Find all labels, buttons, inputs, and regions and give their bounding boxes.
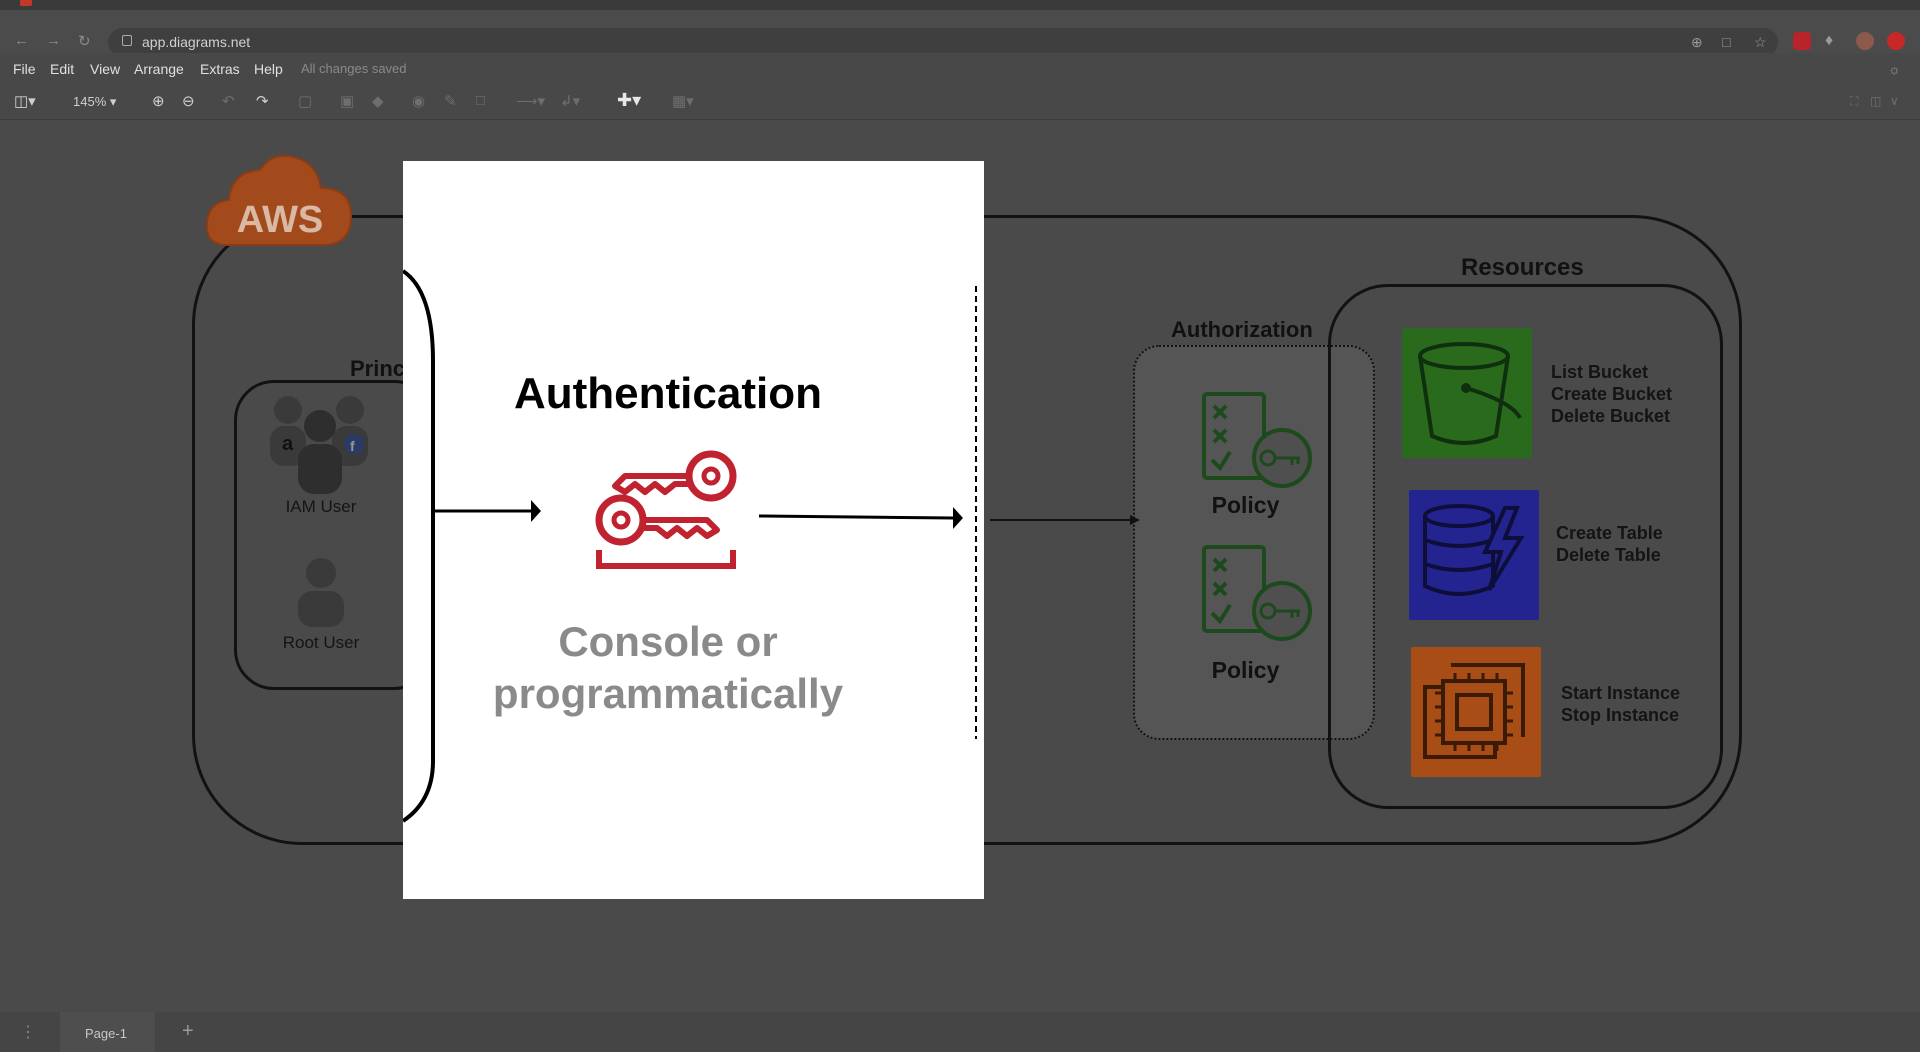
undo-icon[interactable]: ↶ bbox=[222, 92, 235, 110]
aws-cloud-icon: AWS bbox=[205, 154, 353, 246]
s3-actions: List Bucket Create Bucket Delete Bucket bbox=[1551, 361, 1672, 427]
url-text: app.diagrams.net bbox=[142, 34, 251, 50]
lock-icon bbox=[122, 35, 132, 46]
back-icon[interactable]: ← bbox=[14, 32, 29, 49]
action-stop-instance: Stop Instance bbox=[1561, 705, 1680, 725]
panel-icon[interactable]: ◫ bbox=[1870, 94, 1881, 108]
table-icon[interactable]: ▦▾ bbox=[672, 92, 694, 110]
authentication-title: Authentication bbox=[514, 369, 822, 418]
dynamodb-actions: Create Table Delete Table bbox=[1556, 522, 1663, 566]
principals-title: Princ bbox=[350, 356, 406, 381]
authorization-title: Authorization bbox=[1171, 317, 1313, 342]
keys-icon bbox=[595, 450, 737, 569]
action-list-bucket: List Bucket bbox=[1551, 362, 1649, 382]
fill-color-icon[interactable]: ◉ bbox=[412, 92, 425, 110]
ec2-tile[interactable] bbox=[1411, 647, 1541, 777]
connector-lines bbox=[975, 285, 1140, 740]
s3-bucket-tile[interactable] bbox=[1402, 328, 1532, 458]
zoom-out-icon[interactable]: ⊖ bbox=[182, 92, 195, 110]
menu-file[interactable]: File bbox=[13, 61, 36, 77]
menu-help[interactable]: Help bbox=[254, 61, 283, 77]
policy-icon-2 bbox=[1202, 545, 1312, 641]
profile-avatar[interactable] bbox=[1856, 32, 1874, 50]
s3-bucket-icon bbox=[1418, 342, 1522, 445]
svg-text:a: a bbox=[282, 433, 294, 455]
zoom-select[interactable]: 145% ▾ bbox=[73, 94, 116, 110]
waypoints-icon[interactable]: ↲▾ bbox=[560, 92, 580, 110]
page-tabs-bar: ⋮ Page-1 + bbox=[0, 1012, 1920, 1052]
forward-icon[interactable]: → bbox=[46, 32, 61, 49]
menu-icon[interactable] bbox=[1887, 32, 1905, 50]
browser-tab-strip bbox=[0, 0, 1920, 10]
action-create-table: Create Table bbox=[1556, 523, 1663, 543]
delete-icon[interactable]: ▢ bbox=[298, 92, 312, 110]
browser-address-bar: ← → ↻ app.diagrams.net ⊕ □ ☆ ♦ bbox=[0, 10, 1920, 56]
menu-arrange[interactable]: Arrange bbox=[134, 61, 184, 77]
action-delete-table: Delete Table bbox=[1556, 545, 1661, 565]
zoom-in-icon[interactable]: ⊕ bbox=[152, 92, 165, 110]
install-icon[interactable]: ⊕ bbox=[1691, 34, 1703, 51]
insert-plus-icon[interactable]: ✚▾ bbox=[617, 90, 641, 111]
root-user-icon bbox=[298, 558, 344, 627]
menu-extras[interactable]: Extras bbox=[200, 61, 240, 77]
page-tab-label: Page-1 bbox=[85, 1026, 127, 1041]
iam-user-label: IAM User bbox=[285, 497, 357, 516]
shadow-icon[interactable]: □ bbox=[476, 92, 485, 109]
redo-icon[interactable]: ↷ bbox=[256, 92, 269, 110]
reload-icon[interactable]: ↻ bbox=[78, 32, 91, 50]
menu-edit[interactable]: Edit bbox=[50, 61, 74, 77]
ec2-chip-icon bbox=[1423, 663, 1525, 759]
drawio-favicon-icon[interactable] bbox=[20, 0, 32, 6]
toolbar: ◫▾ 145% ▾ ⊕ ⊖ ↶ ↷ ▢ ▣ ◆ ◉ ✎ □ ⟶▾ ↲▾ ✚▾ ▦… bbox=[0, 83, 1920, 120]
extension-icon[interactable] bbox=[1793, 32, 1811, 50]
authentication-popup: Authentication Console or programmatical… bbox=[403, 161, 984, 899]
ec2-actions: Start Instance Stop Instance bbox=[1561, 682, 1680, 726]
save-status: All changes saved bbox=[301, 61, 407, 76]
aws-label: AWS bbox=[237, 199, 324, 241]
action-delete-bucket: Delete Bucket bbox=[1551, 406, 1671, 426]
puzzle-icon[interactable]: ♦ bbox=[1825, 32, 1833, 50]
add-page-icon[interactable]: + bbox=[182, 1020, 194, 1043]
language-globe-icon[interactable]: ☼ bbox=[1888, 61, 1901, 77]
subtitle-line-2: programmatically bbox=[492, 670, 844, 717]
dynamodb-icon bbox=[1423, 504, 1525, 596]
policy-icon-1 bbox=[1202, 392, 1312, 488]
share-icon[interactable]: □ bbox=[1722, 34, 1730, 50]
line-color-icon[interactable]: ✎ bbox=[444, 92, 457, 110]
menubar: File Edit View Arrange Extras Help All c… bbox=[0, 53, 1920, 83]
action-create-bucket: Create Bucket bbox=[1551, 384, 1673, 404]
fullscreen-icon[interactable]: ⛶ bbox=[1850, 94, 1858, 109]
policy-label-1: Policy bbox=[1211, 492, 1280, 518]
action-start-instance: Start Instance bbox=[1561, 683, 1681, 703]
pages-menu-icon[interactable]: ⋮ bbox=[20, 1022, 36, 1042]
policy-label-2: Policy bbox=[1211, 657, 1280, 683]
url-field[interactable]: app.diagrams.net bbox=[108, 28, 1778, 56]
resources-title: Resources bbox=[1461, 254, 1584, 281]
dynamodb-tile[interactable] bbox=[1409, 490, 1539, 620]
bookmark-star-icon[interactable]: ☆ bbox=[1754, 34, 1767, 51]
collapse-icon[interactable]: ∨ bbox=[1890, 94, 1899, 108]
zoom-value: 145% bbox=[73, 94, 107, 109]
to-back-icon[interactable]: ◆ bbox=[372, 92, 384, 110]
to-front-icon[interactable]: ▣ bbox=[340, 92, 354, 110]
iam-users-icon: a f bbox=[270, 396, 368, 494]
svg-text:f: f bbox=[350, 438, 355, 454]
authentication-subtitle: Console or programmatically bbox=[403, 616, 933, 720]
format-panel-toggle-icon[interactable]: ◫▾ bbox=[14, 92, 36, 110]
menu-view[interactable]: View bbox=[90, 61, 120, 77]
root-user-label: Root User bbox=[282, 633, 360, 652]
subtitle-line-1: Console or bbox=[558, 618, 778, 665]
connection-icon[interactable]: ⟶▾ bbox=[516, 92, 545, 110]
